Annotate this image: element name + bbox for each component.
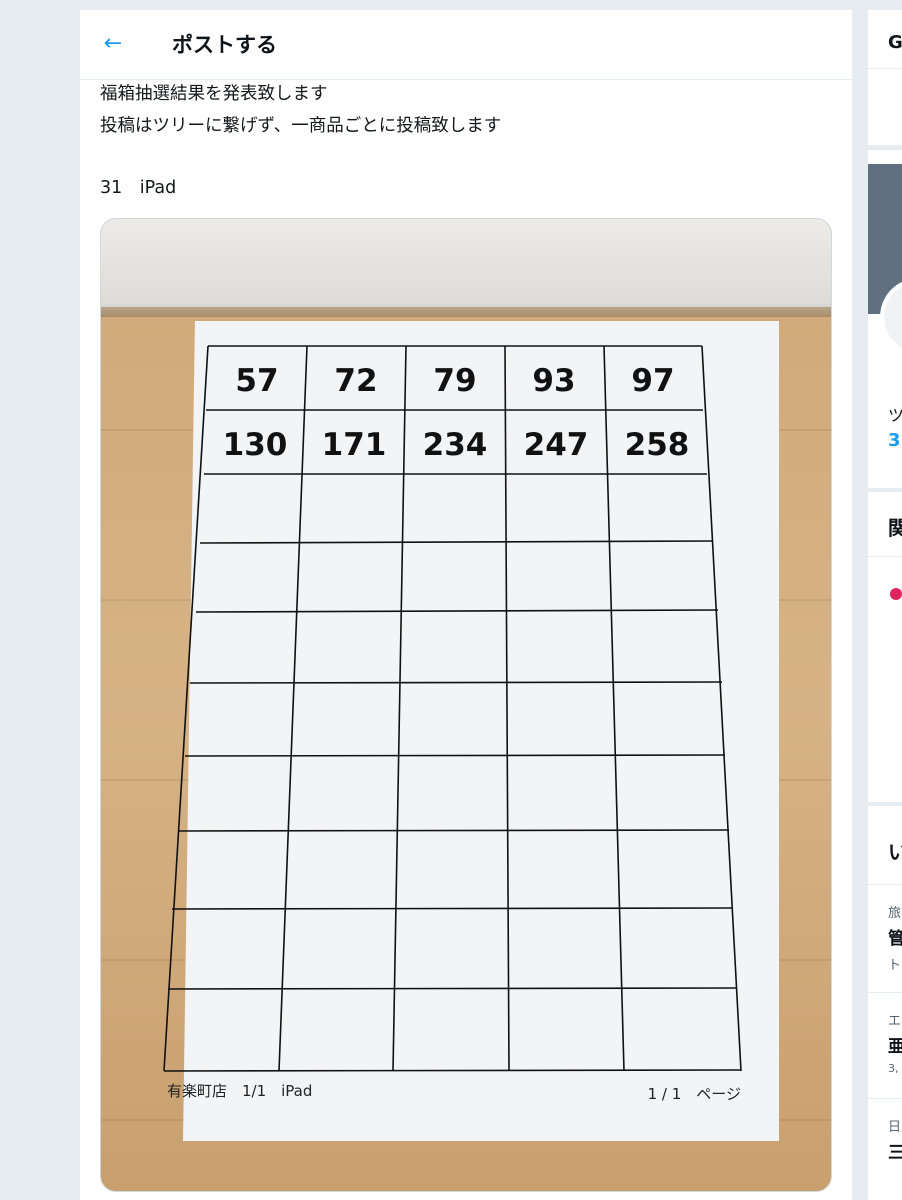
sheet-footer-left: 有楽町店 1/1 iPad — [167, 1082, 312, 1100]
sidebar-box-letter: G — [888, 32, 902, 53]
divider — [868, 556, 902, 557]
grid-line — [167, 987, 738, 990]
grid-line — [177, 829, 730, 832]
divider — [868, 884, 902, 885]
grid-line — [163, 345, 209, 1072]
grid-line — [504, 345, 510, 1072]
post-text-line-1: 福箱抽選結果を発表致します — [100, 84, 328, 104]
grid-line — [603, 345, 625, 1072]
winning-number: 57 — [235, 363, 278, 399]
post-header: ← ポストする — [80, 10, 852, 80]
page-title: ポストする — [172, 33, 277, 57]
winning-number: 93 — [532, 363, 575, 399]
winning-number: 258 — [625, 427, 690, 463]
winning-number: 171 — [322, 427, 387, 463]
post-text-line-3: 31 iPad — [100, 178, 177, 198]
winning-number: 97 — [631, 363, 674, 399]
grid-line — [184, 754, 726, 757]
sidebar-box-heading: 関 — [888, 516, 902, 540]
sidebar-box-heading: い — [888, 840, 902, 864]
grid-line — [189, 681, 723, 684]
post-text-line-2: 投稿はツリーに繋げず、一商品ごとに投稿致します — [100, 116, 502, 136]
lottery-grid: 57 72 79 93 97 130 171 234 247 258 有楽町店 … — [163, 345, 742, 1103]
sheet-footer-right: 1 / 1 ページ — [648, 1085, 741, 1103]
account-icon[interactable] — [890, 588, 902, 600]
trend-category: 旅 — [888, 906, 902, 921]
post-photo[interactable]: 57 72 79 93 97 130 171 234 247 258 有楽町店 … — [100, 218, 832, 1192]
trend-title: 亜 — [888, 1037, 902, 1057]
sidebar-box-trends: い 旅 管 ト エ 亜 3, 日 三 — [868, 806, 902, 1200]
grid-line — [701, 345, 742, 1072]
sidebar-box-profile[interactable]: ツ 3 — [868, 150, 902, 488]
grid-line — [392, 345, 407, 1072]
grid-line — [199, 540, 714, 544]
trend-category: 日 — [888, 1120, 902, 1135]
post-column: ← ポストする 福箱抽選結果を発表致します 投稿はツリーに繋げず、一商品ごとに投… — [80, 10, 852, 1200]
trend-meta: ト — [888, 958, 902, 973]
winning-number: 79 — [433, 363, 476, 399]
trend-title: 三 — [888, 1143, 902, 1163]
profile-count: 3 — [888, 430, 901, 451]
winning-number: 247 — [524, 427, 589, 463]
numbers-row-2: 130 171 234 247 258 — [223, 427, 690, 463]
trend-meta: 3, — [888, 1062, 899, 1075]
winning-number: 130 — [223, 427, 288, 463]
grid-line — [171, 907, 734, 910]
winning-number: 72 — [334, 363, 377, 399]
profile-text: ツ — [888, 406, 902, 425]
sidebar-box-related: 関 — [868, 492, 902, 802]
winning-number: 234 — [423, 427, 488, 463]
divider — [868, 68, 902, 69]
grid-line — [163, 1069, 742, 1072]
sidebar-box-search: G — [868, 10, 902, 145]
back-button[interactable]: ← — [98, 30, 128, 60]
trend-category: エ — [888, 1014, 902, 1029]
grid-line — [195, 609, 719, 613]
right-sidebar: G ツ 3 関 い 旅 管 ト エ 亜 3, 日 三 — [868, 10, 902, 1200]
arrow-left-icon: ← — [103, 31, 123, 56]
divider — [868, 1098, 902, 1099]
trend-title: 管 — [888, 929, 902, 949]
divider — [868, 992, 902, 993]
numbers-row-1: 57 72 79 93 97 — [235, 363, 674, 399]
